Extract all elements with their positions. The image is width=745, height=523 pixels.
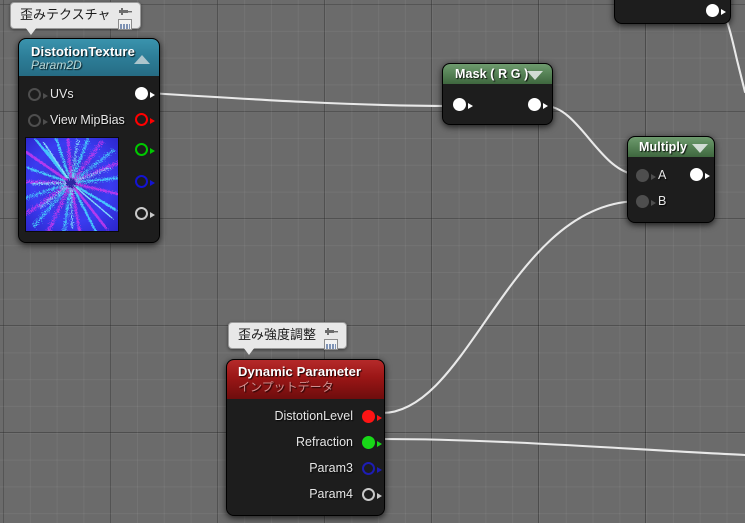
output-pin-r[interactable]: [135, 113, 155, 126]
input-label-a: A: [658, 168, 667, 182]
pin-row-refraction[interactable]: Refraction: [227, 429, 384, 455]
wire-refraction-offscreen: [380, 437, 745, 457]
output-label-refraction: Refraction: [296, 435, 353, 449]
triangle-down-icon[interactable]: [527, 71, 543, 80]
node-body: A B: [628, 157, 714, 222]
node-subtitle: インプットデータ: [238, 380, 334, 394]
node-header[interactable]: DistotionTexture Param2D: [19, 39, 159, 76]
comment-tail: [243, 346, 255, 355]
comment-text: 歪みテクスチャ: [20, 7, 111, 22]
output-pin-param3[interactable]: [362, 461, 382, 475]
pin-row-b[interactable]: B: [628, 188, 714, 214]
output-pin-a[interactable]: [135, 207, 155, 220]
node-body: [443, 84, 552, 124]
output-label-param4: Param4: [309, 487, 353, 501]
input-pin-uvs[interactable]: [28, 87, 48, 101]
output-pin-param4[interactable]: [362, 487, 382, 501]
pin-row-distotionlevel[interactable]: DistotionLevel: [227, 403, 384, 429]
output-pin-multiply[interactable]: [690, 168, 710, 181]
output-pin-distotionlevel[interactable]: [362, 409, 382, 423]
input-pin-b[interactable]: [636, 194, 656, 208]
keyboard-icon[interactable]: [118, 19, 133, 30]
pin-row-param3[interactable]: Param3: [227, 455, 384, 481]
output-pin-rgb[interactable]: [135, 87, 155, 100]
input-label-uvs: UVs: [50, 87, 74, 101]
wire-texture-to-mask: [148, 91, 454, 108]
distortion-noise-texture: [26, 138, 118, 231]
keyboard-icon[interactable]: [324, 339, 339, 350]
node-dynamic-parameter[interactable]: Dynamic Parameter インプットデータ DistotionLeve…: [226, 359, 385, 516]
node-texture-sample[interactable]: DistotionTexture Param2D UVs View MipBia…: [18, 38, 160, 243]
comment-distortion-strength[interactable]: 歪み強度調整: [228, 322, 348, 355]
output-pin-g[interactable]: [135, 143, 155, 156]
node-multiply[interactable]: Multiply A B: [627, 136, 715, 223]
comment-distortion-texture[interactable]: 歪みテクスチャ: [10, 2, 142, 35]
thumbnail-row: [19, 137, 159, 232]
node-mask[interactable]: Mask ( R G ): [442, 63, 553, 125]
comment-icons: [322, 326, 342, 352]
input-pin-mask[interactable]: [453, 98, 473, 111]
comment-text: 歪み強度調整: [238, 327, 317, 342]
wire-distotionlevel-to-multiply: [380, 199, 642, 415]
output-label-distotionlevel: DistotionLevel: [274, 409, 353, 423]
texture-thumbnail[interactable]: [25, 137, 119, 232]
pin-row-uvs[interactable]: UVs: [19, 81, 159, 107]
triangle-down-icon[interactable]: [692, 144, 708, 153]
pin-icon[interactable]: [325, 327, 339, 336]
comment-tail: [25, 26, 37, 35]
node-title: DistotionTexture: [31, 44, 135, 59]
input-label-b: B: [658, 194, 667, 208]
node-body: UVs View MipBias: [19, 76, 159, 242]
triangle-up-icon[interactable]: [134, 55, 150, 64]
input-pin-view-mip-bias[interactable]: [28, 113, 48, 127]
comment-icons: [116, 6, 136, 32]
input-pin-a[interactable]: [636, 168, 656, 182]
pin-row-output[interactable]: [615, 0, 730, 25]
output-label-param3: Param3: [309, 461, 353, 475]
node-body: DistotionLevel Refraction Param3 Param4: [227, 399, 384, 515]
wire-mask-to-multiply: [543, 104, 642, 177]
input-label-view-mip-bias: View MipBias: [50, 113, 125, 127]
node-header[interactable]: Mask ( R G ): [443, 64, 552, 84]
pin-row-param4[interactable]: Param4: [227, 481, 384, 507]
node-header[interactable]: Dynamic Parameter インプットデータ: [227, 360, 384, 399]
output-pin-offscreen[interactable]: [706, 4, 726, 17]
pin-row-a[interactable]: A: [628, 162, 714, 188]
output-pin-refraction[interactable]: [362, 435, 382, 449]
node-offscreen-top[interactable]: [614, 0, 731, 24]
output-pin-b[interactable]: [135, 175, 155, 188]
output-pin-mask[interactable]: [528, 98, 548, 111]
node-title: Dynamic Parameter: [238, 364, 362, 379]
pin-row-viewmipbias[interactable]: View MipBias: [19, 107, 159, 133]
node-subtitle: Param2D: [31, 58, 82, 72]
material-graph-canvas[interactable]: 歪みテクスチャ DistotionTexture Param2D UVs Vie…: [0, 0, 745, 523]
node-header[interactable]: Multiply: [628, 137, 714, 157]
pin-icon[interactable]: [119, 7, 133, 16]
